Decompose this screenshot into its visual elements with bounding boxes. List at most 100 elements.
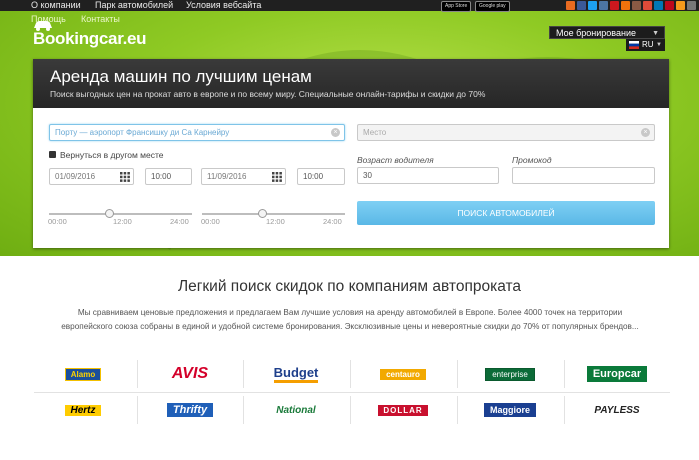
language-code: RU [642, 40, 654, 49]
brand-logo-thrifty[interactable]: Thrifty [141, 392, 239, 428]
brand-logo-payless[interactable]: PAYLESS [568, 392, 666, 428]
russia-flag-icon [629, 41, 639, 49]
brand-divider [350, 396, 351, 424]
site-logo[interactable]: Bookingcar.eu [33, 29, 147, 49]
slider-tick-mid: 12:00 [113, 217, 132, 226]
slider-tick-end: 24:00 [170, 217, 189, 226]
hero-section: О компании Парк автомобилей Условия вебс… [0, 0, 699, 256]
brand-divider [457, 396, 458, 424]
driver-age-value: 30 [363, 171, 372, 180]
google-play-badge[interactable]: Google play [475, 1, 510, 12]
brand-divider [564, 396, 565, 424]
pickup-location-value: Порту — аэропорт Франсишку ди Са Карнейр… [55, 128, 230, 137]
brand-logo-hertz[interactable]: Hertz [34, 392, 132, 428]
return-location-placeholder: Место [363, 128, 387, 137]
brand-name: PAYLESS [594, 404, 640, 416]
mail-icon[interactable] [687, 1, 696, 10]
section-intro-text: Мы сравниваем ценовые предложения и пред… [61, 308, 639, 331]
googleplus-icon[interactable] [643, 1, 652, 10]
brand-divider [350, 360, 351, 388]
odnoklassniki-icon[interactable] [621, 1, 630, 10]
search-panel: Аренда машин по лучшим ценам Поиск выгод… [33, 59, 669, 248]
top-navigation-bar: О компании Парк автомобилей Условия вебс… [0, 0, 699, 12]
clear-icon[interactable]: × [641, 128, 650, 137]
nav-terms-link[interactable]: Условия вебсайта [186, 0, 261, 11]
pinterest-icon[interactable] [665, 1, 674, 10]
panel-subtitle: Поиск выгодных цен на прокат авто в евро… [50, 89, 486, 99]
slider-tick-start: 00:00 [48, 217, 67, 226]
brand-logo-enterprise[interactable]: enterprise [461, 356, 559, 392]
brand-name: National [276, 404, 316, 416]
nav-about-link[interactable]: О компании [31, 0, 81, 11]
brand-name: Alamo [64, 367, 102, 381]
brand-logo-national[interactable]: National [247, 392, 345, 428]
brand-name: Maggiore [483, 403, 536, 417]
pickup-time-input[interactable]: 10:00 [145, 168, 192, 185]
instagram-icon[interactable] [632, 1, 641, 10]
language-selector[interactable]: RU ▼ [626, 39, 665, 51]
my-booking-label: Мое бронирование [556, 28, 636, 38]
return-time-input[interactable]: 10:00 [297, 168, 345, 185]
return-other-checkbox[interactable] [49, 151, 56, 158]
brand-divider [564, 360, 565, 388]
slider-tick-end: 24:00 [323, 217, 342, 226]
my-booking-dropdown[interactable]: Мое бронирование ▼ [549, 26, 665, 39]
panel-title: Аренда машин по лучшим ценам [50, 67, 312, 86]
brand-name: Budget [273, 365, 319, 383]
brand-name: enterprise [485, 367, 535, 381]
brand-logos-row-1: Alamo AVIS Budget centauro enterprise Eu… [34, 356, 670, 392]
brand-name: centauro [380, 368, 426, 380]
blog-icon[interactable] [566, 1, 575, 10]
clear-icon[interactable]: × [331, 128, 340, 137]
brand-name: Hertz [65, 404, 101, 416]
brand-name: Europcar [586, 366, 648, 382]
brand-logo-budget[interactable]: Budget [247, 356, 345, 392]
chevron-down-icon: ▼ [656, 42, 662, 48]
pickup-date-input[interactable]: 01/09/2016 [49, 168, 134, 185]
return-other-label: Вернуться в другом месте [60, 150, 164, 160]
brand-logo-avis[interactable]: AVIS [141, 356, 239, 392]
brand-logos-row-2: Hertz Thrifty National DOLLAR Maggiore P… [34, 392, 670, 428]
brand-divider [243, 360, 244, 388]
pickup-time-slider-track[interactable] [49, 213, 192, 215]
brand-divider [137, 396, 138, 424]
search-cars-button[interactable]: ПОИСК АВТОМОБИЛЕЙ [357, 201, 655, 225]
return-time-value: 10:00 [303, 172, 324, 181]
app-store-badge[interactable]: App Store [441, 1, 472, 12]
pickup-date-value: 01/09/2016 [55, 172, 96, 181]
return-date-value: 11/09/2016 [207, 172, 247, 181]
brand-divider [243, 396, 244, 424]
search-panel-header: Аренда машин по лучшим ценам Поиск выгод… [33, 59, 669, 108]
return-location-input[interactable]: Место × [357, 124, 655, 141]
youtube-icon[interactable] [610, 1, 619, 10]
promo-code-input[interactable] [512, 167, 655, 184]
brand-divider [137, 360, 138, 388]
calendar-icon[interactable] [272, 172, 282, 182]
nav-contacts-link[interactable]: Контакты [81, 14, 120, 25]
brand-name: DOLLAR [378, 404, 428, 416]
vk-icon[interactable] [599, 1, 608, 10]
calendar-icon[interactable] [120, 172, 130, 182]
brand-logo-maggiore[interactable]: Maggiore [461, 392, 559, 428]
brand-logo-europcar[interactable]: Europcar [568, 356, 666, 392]
brand-name: AVIS [171, 365, 209, 382]
nav-fleet-link[interactable]: Парк автомобилей [95, 0, 173, 11]
slider-tick-mid: 12:00 [266, 217, 285, 226]
driver-age-label: Возраст водителя [357, 155, 434, 165]
brand-name: Thrifty [166, 403, 214, 417]
driver-age-input[interactable]: 30 [357, 167, 499, 184]
return-time-slider-track[interactable] [202, 213, 345, 215]
slider-tick-start: 00:00 [201, 217, 220, 226]
brand-logo-centauro[interactable]: centauro [354, 356, 452, 392]
pickup-location-input[interactable]: Порту — аэропорт Франсишку ди Са Карнейр… [49, 124, 345, 141]
brand-logo-alamo[interactable]: Alamo [34, 356, 132, 392]
rss-icon[interactable] [676, 1, 685, 10]
facebook-icon[interactable] [577, 1, 586, 10]
section-headline: Легкий поиск скидок по компаниям автопро… [177, 278, 522, 295]
return-date-input[interactable]: 11/09/2016 [201, 168, 286, 185]
brand-logo-dollar[interactable]: DOLLAR [354, 392, 452, 428]
twitter-icon[interactable] [588, 1, 597, 10]
pickup-time-value: 10:00 [151, 172, 172, 181]
linkedin-icon[interactable] [654, 1, 663, 10]
brand-divider [457, 360, 458, 388]
